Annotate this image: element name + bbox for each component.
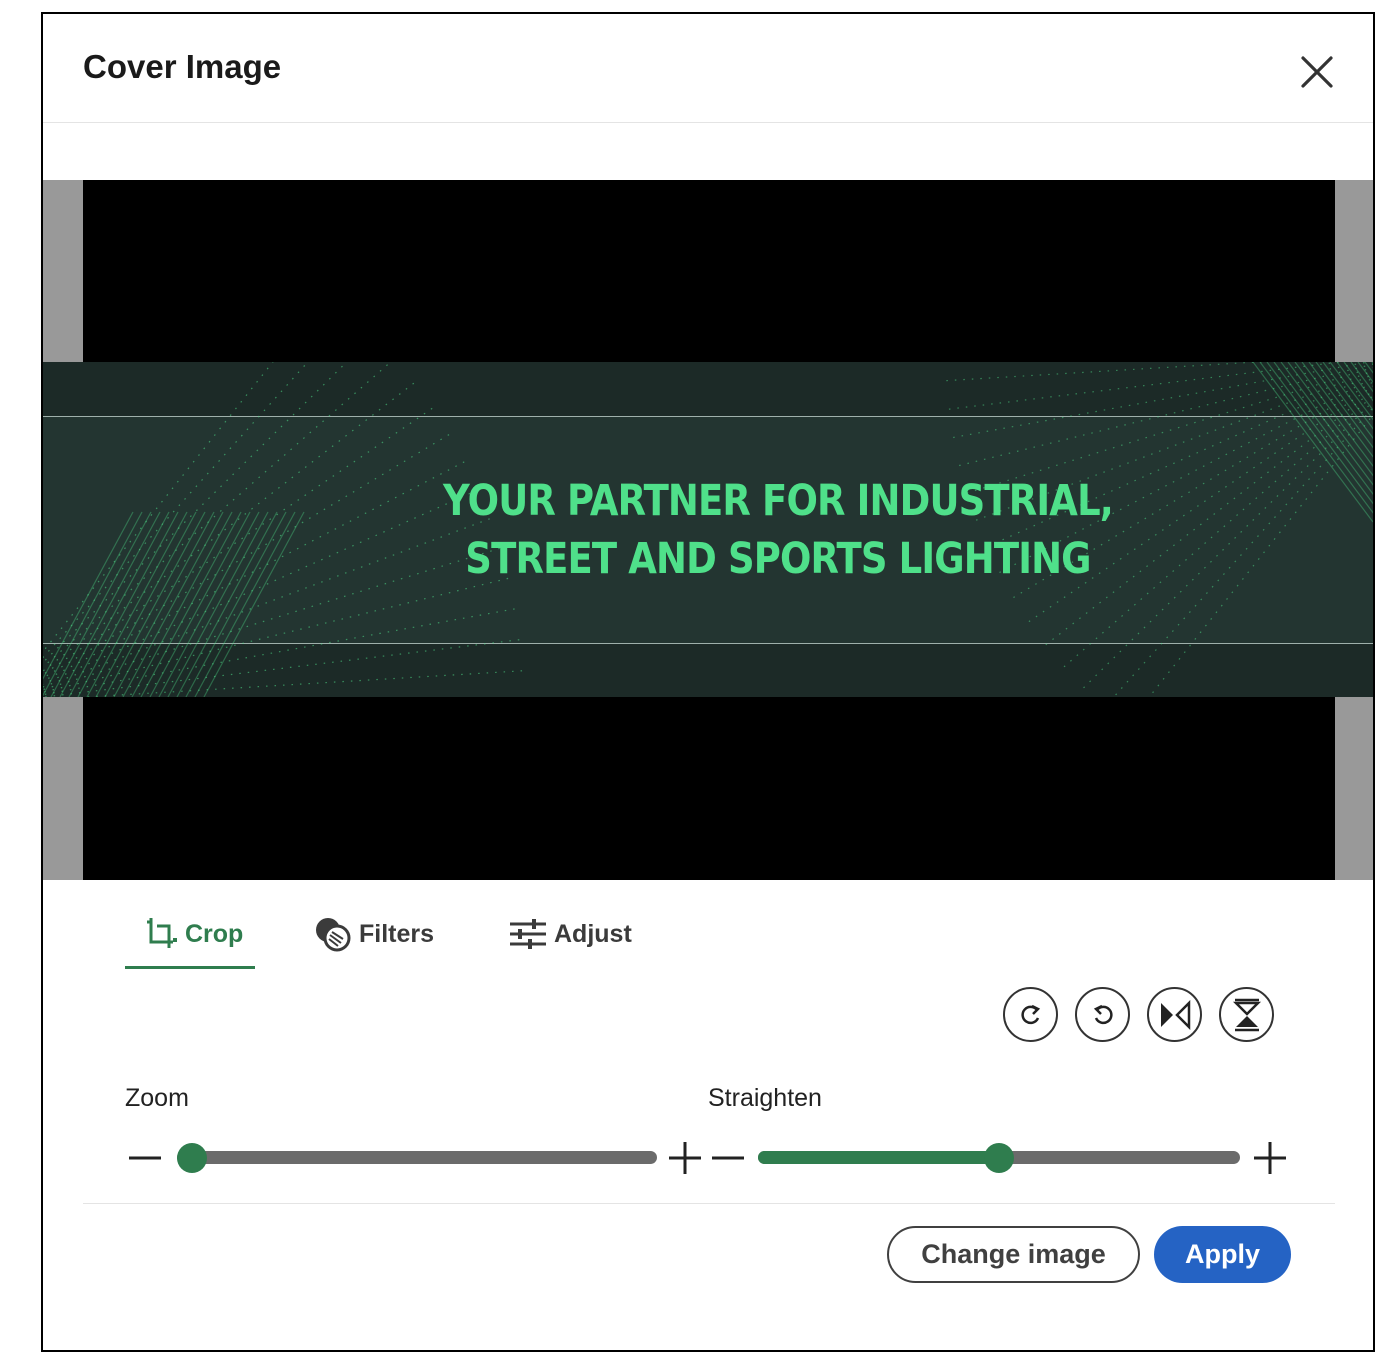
image-crop-stage[interactable]: YOUR PARTNER FOR INDUSTRIAL, STREET AND … bbox=[43, 180, 1373, 880]
straighten-plus-icon[interactable] bbox=[1252, 1140, 1288, 1176]
tab-filters-label: Filters bbox=[359, 919, 435, 948]
banner-pattern-line bbox=[86, 511, 188, 697]
crop-icon bbox=[147, 918, 177, 948]
apply-button[interactable]: Apply bbox=[1154, 1226, 1291, 1283]
banner-pattern-line bbox=[1329, 362, 1373, 421]
active-tab-indicator bbox=[125, 966, 255, 969]
straighten-thumb[interactable] bbox=[984, 1143, 1014, 1173]
zoom-out-icon[interactable] bbox=[127, 1140, 163, 1176]
banner-pattern-line bbox=[956, 363, 1373, 467]
flip-vertical-button[interactable] bbox=[1219, 987, 1274, 1042]
straighten-minus-icon[interactable] bbox=[710, 1140, 746, 1176]
banner-pattern-line bbox=[185, 511, 287, 697]
dialog-header: Cover Image bbox=[43, 14, 1373, 123]
banner-pattern-line bbox=[167, 511, 269, 697]
rotate-counterclockwise-button[interactable] bbox=[1075, 987, 1130, 1042]
zoom-in-icon[interactable] bbox=[667, 1140, 703, 1176]
banner-line-1: YOUR PARTNER FOR INDUSTRIAL, bbox=[443, 476, 1114, 526]
straighten-fill bbox=[758, 1151, 999, 1164]
banner-pattern-line bbox=[1273, 362, 1373, 496]
zoom-slider[interactable] bbox=[125, 1140, 705, 1176]
banner-pattern-line bbox=[43, 382, 415, 672]
banner-pattern-line bbox=[1357, 362, 1373, 383]
rotate-clockwise-button[interactable] bbox=[1003, 987, 1058, 1042]
banner-pattern-line bbox=[1315, 362, 1373, 439]
banner-headline: YOUR PARTNER FOR INDUSTRIAL, STREET AND … bbox=[421, 472, 1135, 588]
tab-adjust[interactable]: Adjust bbox=[508, 902, 632, 966]
close-button[interactable] bbox=[1297, 52, 1337, 92]
banner-pattern-line bbox=[1148, 414, 1373, 697]
zoom-thumb[interactable] bbox=[177, 1143, 207, 1173]
cover-image[interactable]: YOUR PARTNER FOR INDUSTRIAL, STREET AND … bbox=[43, 362, 1373, 697]
banner-pattern-line bbox=[194, 511, 296, 697]
banner-pattern-line bbox=[176, 511, 278, 697]
banner-pattern-line bbox=[43, 608, 515, 696]
banner-pattern-line bbox=[946, 362, 1346, 411]
straighten-track[interactable] bbox=[758, 1143, 1240, 1173]
banner-pattern-line bbox=[77, 511, 179, 697]
dialog-title: Cover Image bbox=[83, 48, 282, 85]
zoom-label: Zoom bbox=[125, 1084, 189, 1112]
flip-horizontal-icon bbox=[1160, 999, 1190, 1030]
banner-pattern-line bbox=[43, 362, 274, 653]
tab-crop-label: Crop bbox=[185, 919, 244, 948]
banner-pattern-line bbox=[43, 577, 509, 693]
tab-filters[interactable]: Filters bbox=[313, 902, 434, 966]
banner-pattern-line bbox=[1287, 362, 1373, 477]
tab-crop[interactable]: Crop bbox=[143, 902, 243, 966]
filters-icon bbox=[316, 918, 351, 952]
change-image-button[interactable]: Change image bbox=[887, 1226, 1140, 1283]
banner-pattern-line bbox=[140, 511, 242, 697]
banner-pattern-line bbox=[149, 511, 251, 697]
rotate-counterclockwise-icon bbox=[1093, 1004, 1113, 1024]
banner-pattern-line bbox=[43, 362, 348, 664]
close-icon bbox=[1301, 56, 1333, 88]
banner-pattern-line bbox=[122, 511, 224, 697]
flip-horizontal-button[interactable] bbox=[1147, 987, 1202, 1042]
footer-divider bbox=[83, 1203, 1335, 1204]
adjust-icon bbox=[510, 919, 546, 949]
banner-pattern-line bbox=[76, 670, 523, 697]
banner-line-2: STREET AND SPORTS LIGHTING bbox=[465, 534, 1091, 584]
banner-pattern-line bbox=[43, 639, 520, 697]
banner-pattern-line bbox=[158, 511, 260, 697]
flip-vertical-icon bbox=[1232, 998, 1261, 1031]
straighten-label: Straighten bbox=[708, 1084, 822, 1112]
straighten-slider[interactable] bbox=[708, 1140, 1288, 1176]
rotate-clockwise-icon bbox=[1020, 1004, 1040, 1024]
banner-pattern-line bbox=[203, 511, 305, 697]
zoom-track[interactable] bbox=[177, 1143, 657, 1173]
banner-pattern-line bbox=[1259, 362, 1373, 514]
banner-pattern-line bbox=[104, 511, 206, 697]
tab-adjust-label: Adjust bbox=[554, 919, 632, 948]
banner-pattern-line bbox=[68, 511, 170, 697]
banner-pattern-line bbox=[95, 511, 197, 697]
banner-pattern-line bbox=[131, 511, 233, 697]
banner-pattern-line bbox=[113, 511, 215, 697]
